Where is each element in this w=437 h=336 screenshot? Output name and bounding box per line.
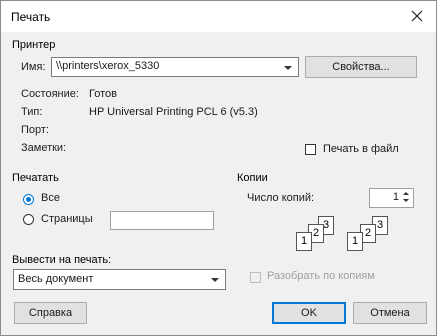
cancel-button[interactable]: Отмена [353,302,427,324]
window-title: Печать [11,10,51,24]
collate-page-1b: 1 [347,232,363,251]
pages-input[interactable] [110,211,214,230]
radio-all[interactable] [23,194,34,205]
cancel-button-label: Отмена [370,307,410,319]
radio-all-label[interactable]: Все [41,192,60,204]
printer-name-select[interactable]: \\printers\xerox_5330 [51,57,299,77]
help-button[interactable]: Справка [14,302,87,324]
output-label: Вывести на печать: [12,254,112,266]
properties-button[interactable]: Свойства... [305,56,417,78]
stepper-down-icon[interactable] [402,198,411,205]
radio-pages-label[interactable]: Страницы [41,213,93,225]
status-label: Состояние: [21,88,79,100]
title-bar: Печать [1,1,436,32]
ok-button[interactable]: OK [272,302,346,324]
print-dialog: Печать Принтер Имя: \\printers\xerox_533… [0,0,437,336]
stepper-up-icon[interactable] [402,190,411,197]
type-value: HP Universal Printing PCL 6 (v5.3) [89,106,258,118]
collate-checkbox[interactable] [250,272,261,283]
printer-name-label: Имя: [21,61,46,73]
printer-group-label: Принтер [12,39,56,51]
type-label: Тип: [21,106,43,118]
print-to-file-label[interactable]: Печать в файл [323,143,399,155]
copies-count-label: Число копий: [247,192,315,204]
print-to-file-checkbox[interactable] [305,144,316,155]
status-value: Готов [89,88,117,100]
copies-count-value: 1 [392,191,399,203]
chevron-down-icon[interactable] [278,58,298,76]
copies-group-label: Копии [237,172,268,184]
output-select[interactable]: Весь документ [13,269,226,290]
output-value: Весь документ [18,273,94,285]
help-button-label: Справка [28,307,73,319]
notes-label: Заметки: [21,142,67,154]
port-label: Порт: [21,124,49,136]
properties-button-label: Свойства... [332,61,390,73]
printer-name-value: \\printers\xerox_5330 [56,60,160,72]
ok-button-label: OK [301,307,317,319]
chevron-down-icon[interactable] [205,270,225,289]
collate-label[interactable]: Разобрать по копиям [267,270,375,282]
copies-stepper[interactable]: 1 [369,188,414,208]
print-range-group-label: Печатать [12,172,59,184]
close-icon[interactable] [408,7,426,25]
collate-illustration: 3 2 1 3 2 1 [291,216,401,256]
radio-pages[interactable] [23,214,34,225]
collate-page-1a: 1 [296,232,312,251]
